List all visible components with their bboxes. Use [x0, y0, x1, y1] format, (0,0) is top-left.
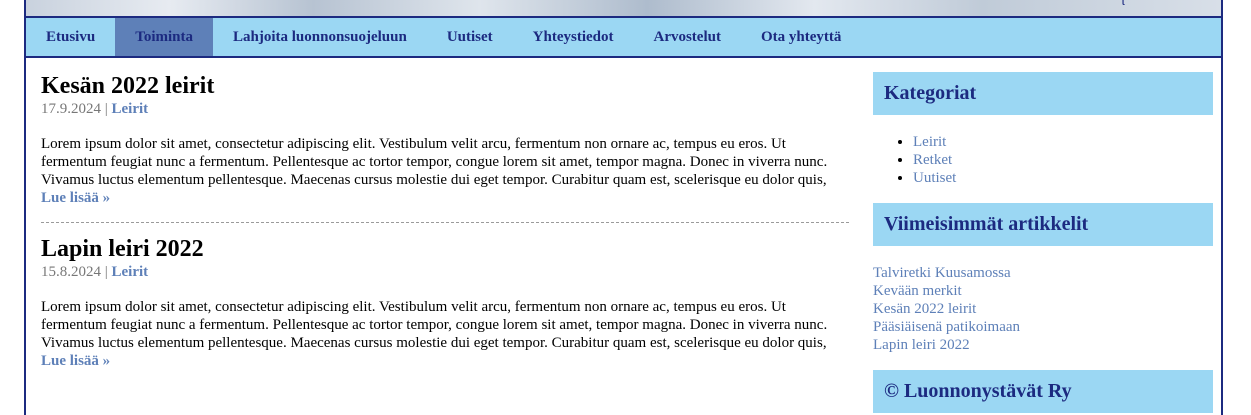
banner-text-fragment-icon: ι — [1121, 0, 1125, 9]
recent-article-link[interactable]: Kevään merkit — [873, 282, 1213, 300]
nav-item-toiminta[interactable]: Toiminta — [115, 18, 213, 56]
category-link-uutiset[interactable]: Uutiset — [913, 170, 956, 186]
read-more-link[interactable]: Lue lisää » — [41, 190, 110, 206]
page-frame: ι Etusivu Toiminta Lahjoita luonnonsuoje… — [24, 0, 1223, 415]
recent-articles-list: Talviretki Kuusamossa Kevään merkit Kesä… — [873, 264, 1213, 354]
copyright-heading: © Luonnonystävät Ry — [873, 370, 1213, 413]
read-more-link[interactable]: Lue lisää » — [41, 353, 110, 369]
post-category-link[interactable]: Leirit — [112, 101, 149, 117]
nav-item-etusivu[interactable]: Etusivu — [26, 18, 115, 56]
sidebar: Kategoriat Leirit Retket Uutiset Viimeis… — [873, 72, 1213, 413]
nav-item-uutiset[interactable]: Uutiset — [427, 18, 513, 56]
post-item: Lapin leiri 2022 15.8.2024 | Leirit Lore… — [41, 222, 849, 385]
nav-item-arvostelut[interactable]: Arvostelut — [633, 18, 741, 56]
post-date: 15.8.2024 — [41, 264, 101, 280]
post-meta: 17.9.2024 | Leirit — [41, 101, 849, 118]
categories-list: Leirit Retket Uutiset — [873, 133, 1213, 187]
recent-articles-heading: Viimeisimmät artikkelit — [873, 203, 1213, 246]
category-item: Uutiset — [913, 169, 1213, 187]
post-date: 17.9.2024 — [41, 101, 101, 117]
meta-separator: | — [104, 101, 108, 117]
category-link-leirit[interactable]: Leirit — [913, 134, 946, 150]
header-banner-image: ι — [26, 0, 1221, 18]
post-item: Kesän 2022 leirit 17.9.2024 | Leirit Lor… — [41, 72, 849, 222]
recent-article-link[interactable]: Kesän 2022 leirit — [873, 300, 1213, 318]
post-excerpt-text: Lorem ipsum dolor sit amet, consectetur … — [41, 299, 828, 351]
post-list: Kesän 2022 leirit 17.9.2024 | Leirit Lor… — [41, 72, 849, 385]
post-excerpt: Lorem ipsum dolor sit amet, consectetur … — [41, 135, 849, 207]
post-title[interactable]: Lapin leiri 2022 — [41, 235, 849, 263]
recent-article-link[interactable]: Talviretki Kuusamossa — [873, 264, 1213, 282]
post-excerpt-text: Lorem ipsum dolor sit amet, consectetur … — [41, 136, 828, 188]
nav-item-lahjoita[interactable]: Lahjoita luonnonsuojeluun — [213, 18, 427, 56]
post-excerpt: Lorem ipsum dolor sit amet, consectetur … — [41, 298, 849, 370]
main-navigation: Etusivu Toiminta Lahjoita luonnonsuojelu… — [26, 18, 1221, 58]
categories-heading: Kategoriat — [873, 72, 1213, 115]
category-item: Leirit — [913, 133, 1213, 151]
meta-separator: | — [104, 264, 108, 280]
post-category-link[interactable]: Leirit — [112, 264, 149, 280]
category-item: Retket — [913, 151, 1213, 169]
recent-article-link[interactable]: Pääsiäisenä patikoimaan — [873, 318, 1213, 336]
post-title[interactable]: Kesän 2022 leirit — [41, 72, 849, 100]
nav-item-ota-yhteytta[interactable]: Ota yhteyttä — [741, 18, 861, 56]
category-link-retket[interactable]: Retket — [913, 152, 952, 168]
post-meta: 15.8.2024 | Leirit — [41, 264, 849, 281]
recent-article-link[interactable]: Lapin leiri 2022 — [873, 336, 1213, 354]
nav-item-yhteystiedot[interactable]: Yhteystiedot — [513, 18, 634, 56]
